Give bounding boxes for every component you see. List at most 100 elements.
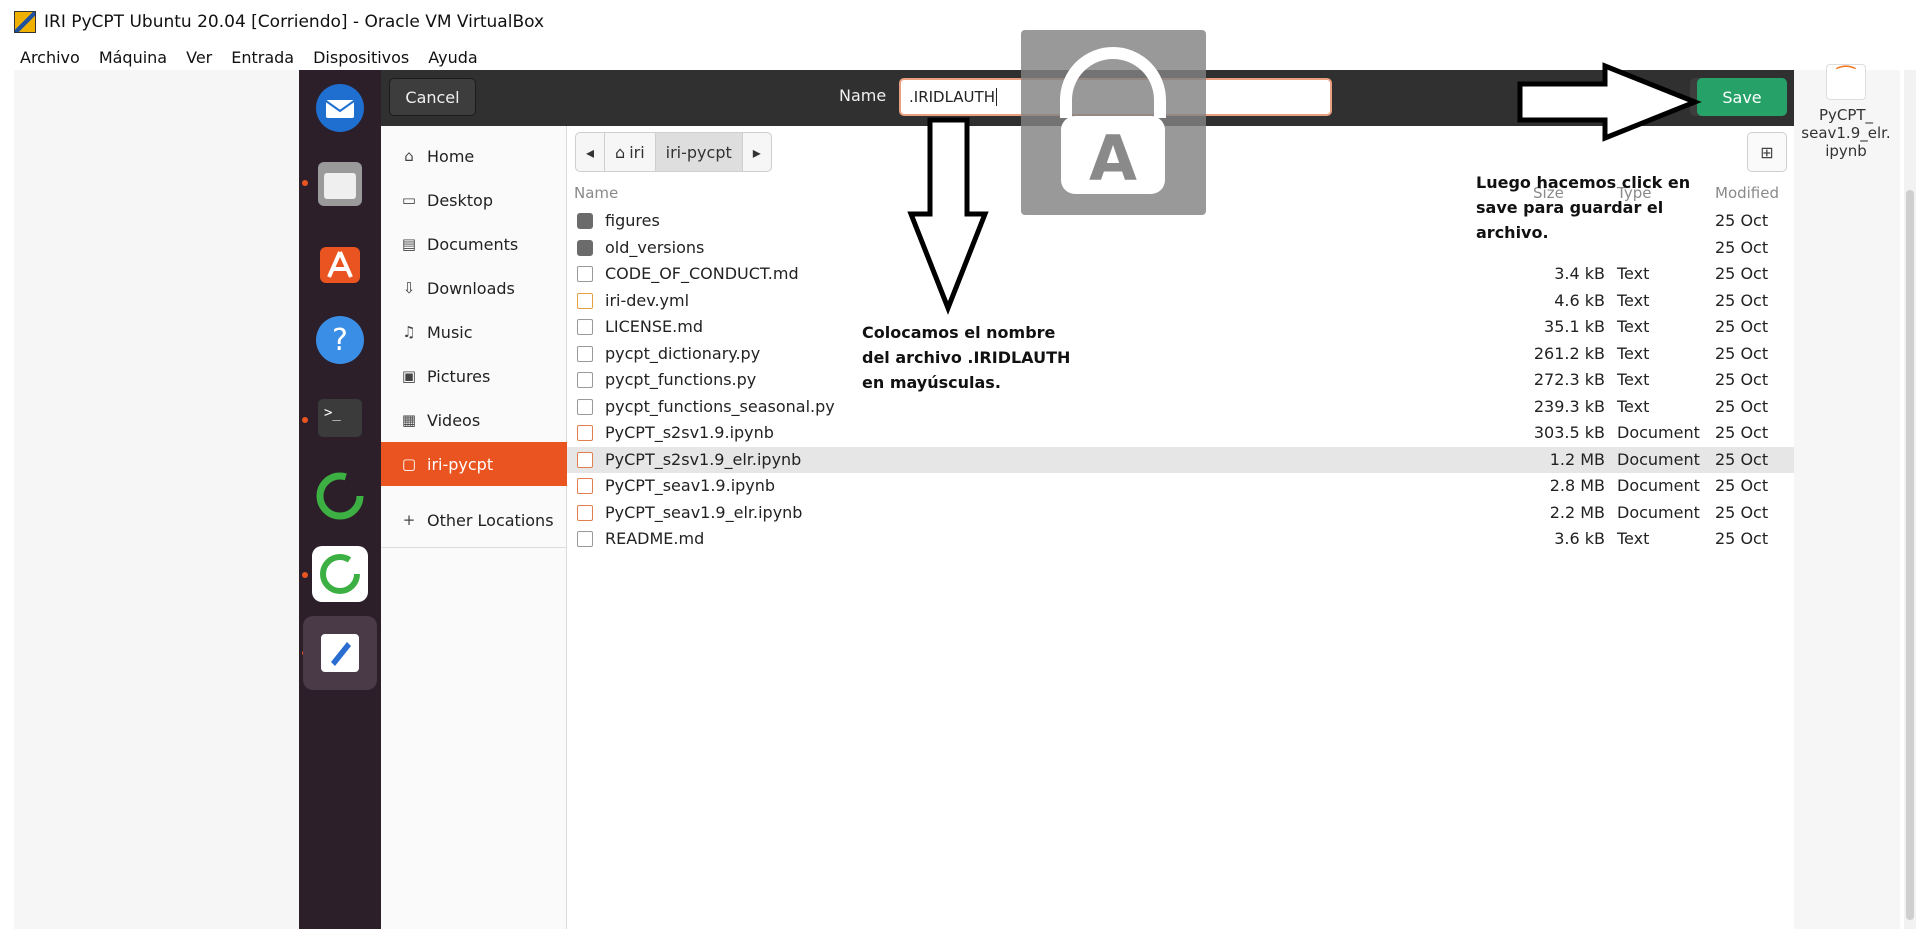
file-size: 1.2 MB <box>1549 449 1605 469</box>
vbox-menu-bar: Archivo Máquina Ver Entrada Dispositivos… <box>0 44 1916 70</box>
file-row[interactable]: PyCPT_s2sv1.9_elr.ipynb 1.2 MB Document 25 … <box>567 446 1794 473</box>
file-row[interactable]: PyCPT_s2sv1.9.ipynb 303.5 kB Document 25 Oc… <box>567 420 1794 446</box>
dialog-headerbar: Cancel Name .IRIDLAUTH Save <box>381 70 1794 126</box>
home-icon: ⌂ <box>404 147 414 165</box>
path-segment-iri-pycpt[interactable]: iri-pycpt <box>655 133 743 171</box>
text-editor-icon[interactable] <box>303 616 377 690</box>
file-modified: 25 Oct <box>1715 343 1769 363</box>
desktop-file-name-3: ipynb <box>1825 142 1867 160</box>
md-file-icon <box>577 319 593 335</box>
sidebar-item-downloads[interactable]: ⇩ Downloads <box>381 266 567 310</box>
desktop-icon: ▭ <box>401 191 417 209</box>
vbox-title-bar: IRI PyCPT Ubuntu 20.04 [Corriendo] - Ora… <box>0 0 1916 44</box>
file-modified: 25 Oct <box>1715 237 1769 257</box>
md-file-icon <box>577 531 593 547</box>
column-name[interactable]: Name <box>574 184 618 202</box>
anaconda-icon[interactable] <box>312 546 368 602</box>
sidebar-item-pictures[interactable]: ▣ Pictures <box>381 354 567 398</box>
file-modified: 25 Oct <box>1715 290 1769 310</box>
py-file-icon <box>577 372 593 388</box>
file-name: PyCPT_seav1.9_elr.ipynb <box>605 502 803 522</box>
sidebar-item-documents[interactable]: ▤ Documents <box>381 222 567 266</box>
nb-file-icon <box>577 504 593 521</box>
file-row[interactable]: PyCPT_seav1.9_elr.ipynb 2.2 MB Document 25 … <box>567 500 1794 526</box>
md-file-icon <box>577 266 593 282</box>
menu-ver[interactable]: Ver <box>186 48 212 67</box>
desktop-file-name-1: PyCPT_ <box>1818 106 1874 124</box>
file-row[interactable]: figures 25 Oct <box>567 208 1794 234</box>
file-row[interactable]: LICENSE.md 35.1 kB Text 25 Oct <box>567 314 1794 340</box>
sidebar-item-music[interactable]: ♫ Music <box>381 310 567 354</box>
help-icon[interactable]: ? <box>312 312 368 368</box>
sidebar-item-desktop[interactable]: ▭ Desktop <box>381 178 567 222</box>
file-type: Document <box>1617 423 1700 442</box>
file-name-input[interactable]: .IRIDLAUTH <box>899 78 1332 116</box>
spyder-ring-icon[interactable] <box>312 468 368 524</box>
menu-archivo[interactable]: Archivo <box>20 48 80 67</box>
path-back-button[interactable]: ◂ <box>576 133 606 171</box>
sidebar-item-other-locations[interactable]: + Other Locations <box>381 498 567 542</box>
ubuntu-dock: ? >_ <box>299 70 381 929</box>
file-type: Text <box>1617 290 1650 310</box>
file-row[interactable]: CODE_OF_CONDUCT.md 3.4 kB Text 25 Oct <box>567 261 1794 287</box>
path-segment-iri[interactable]: ⌂ iri <box>605 133 656 171</box>
running-indicator <box>302 572 308 578</box>
desktop-scrollbar[interactable] <box>1904 70 1916 929</box>
path-segment-label: iri <box>629 142 645 162</box>
file-size: 35.1 kB <box>1544 317 1605 336</box>
file-type: Document <box>1617 476 1700 495</box>
nb-file-icon <box>577 451 593 468</box>
file-row[interactable]: pycpt_dictionary.py 261.2 kB Text 25 Oct <box>567 341 1794 367</box>
file-size: 3.6 kB <box>1554 529 1605 548</box>
sidebar-item-label: Downloads <box>427 278 515 298</box>
desktop-notebook-file[interactable]: ⁀ PyCPT_ seav1.9_elr. ipynb <box>1796 64 1896 160</box>
column-size[interactable]: Size <box>1533 184 1564 202</box>
file-row[interactable]: pycpt_functions_seasonal.py 239.3 kB Text 2… <box>567 394 1794 420</box>
file-modified: 25 Oct <box>1715 211 1769 230</box>
file-name: PyCPT_seav1.9.ipynb <box>605 476 776 495</box>
column-type[interactable]: Type <box>1617 184 1651 202</box>
file-name: LICENSE.md <box>605 317 703 336</box>
files-icon[interactable] <box>312 156 368 212</box>
sidebar-item-home[interactable]: ⌂ Home <box>381 134 567 178</box>
file-size: 272.3 kB <box>1533 370 1605 389</box>
file-modified: 25 Oct <box>1715 396 1769 416</box>
file-modified: 25 Oct <box>1715 370 1769 389</box>
text-caret <box>995 88 997 106</box>
file-row[interactable]: iri-dev.yml 4.6 kB Text 25 Oct <box>567 288 1794 314</box>
menu-ayuda[interactable]: Ayuda <box>428 48 477 67</box>
file-row[interactable]: old_versions 25 Oct <box>567 235 1794 261</box>
file-type: Document <box>1617 449 1700 469</box>
music-icon: ♫ <box>402 323 416 341</box>
path-forward-button[interactable]: ▸ <box>743 133 771 171</box>
software-icon[interactable] <box>312 234 368 290</box>
sidebar-item-iri-pycpt[interactable]: ▢ iri-pycpt <box>381 442 567 486</box>
file-row[interactable]: README.md 3.6 kB Text 25 Oct <box>567 526 1794 552</box>
file-name: PyCPT_s2sv1.9_elr.ipynb <box>605 449 802 469</box>
cancel-button[interactable]: Cancel <box>389 78 476 116</box>
file-row[interactable]: pycpt_functions.py 272.3 kB Text 25 Oct <box>567 367 1794 393</box>
file-size: 2.2 MB <box>1549 502 1605 522</box>
places-sidebar: ⌂ Home ▭ Desktop ▤ Documents ⇩ Downloads ♫ Mu… <box>381 126 567 929</box>
file-list-header: Name Size Type Modified <box>567 180 1794 208</box>
file-name: pycpt_dictionary.py <box>605 343 761 363</box>
path-bar: ◂ ⌂ iri iri-pycpt ▸ <box>575 132 772 172</box>
menu-maquina[interactable]: Máquina <box>99 48 167 67</box>
new-folder-button[interactable]: ⊞ <box>1747 132 1787 172</box>
thunderbird-icon[interactable] <box>312 80 368 136</box>
virtualbox-icon <box>14 11 36 33</box>
file-name: figures <box>605 211 660 230</box>
file-type: Text <box>1617 317 1650 336</box>
sidebar-item-videos[interactable]: ▦ Videos <box>381 398 567 442</box>
running-indicator <box>302 417 308 423</box>
file-row[interactable]: PyCPT_seav1.9.ipynb 2.8 MB Document 25 Oct <box>567 473 1794 499</box>
column-modified[interactable]: Modified <box>1715 184 1779 202</box>
svg-text:>_: >_ <box>324 405 341 421</box>
window-title: IRI PyCPT Ubuntu 20.04 [Corriendo] - Ora… <box>44 12 545 32</box>
py-file-icon <box>577 398 593 415</box>
scrollbar-thumb[interactable] <box>1906 190 1914 920</box>
terminal-icon[interactable]: >_ <box>312 390 368 446</box>
menu-dispositivos[interactable]: Dispositivos <box>313 48 409 67</box>
menu-entrada[interactable]: Entrada <box>231 48 294 67</box>
save-button[interactable]: Save <box>1697 78 1787 116</box>
